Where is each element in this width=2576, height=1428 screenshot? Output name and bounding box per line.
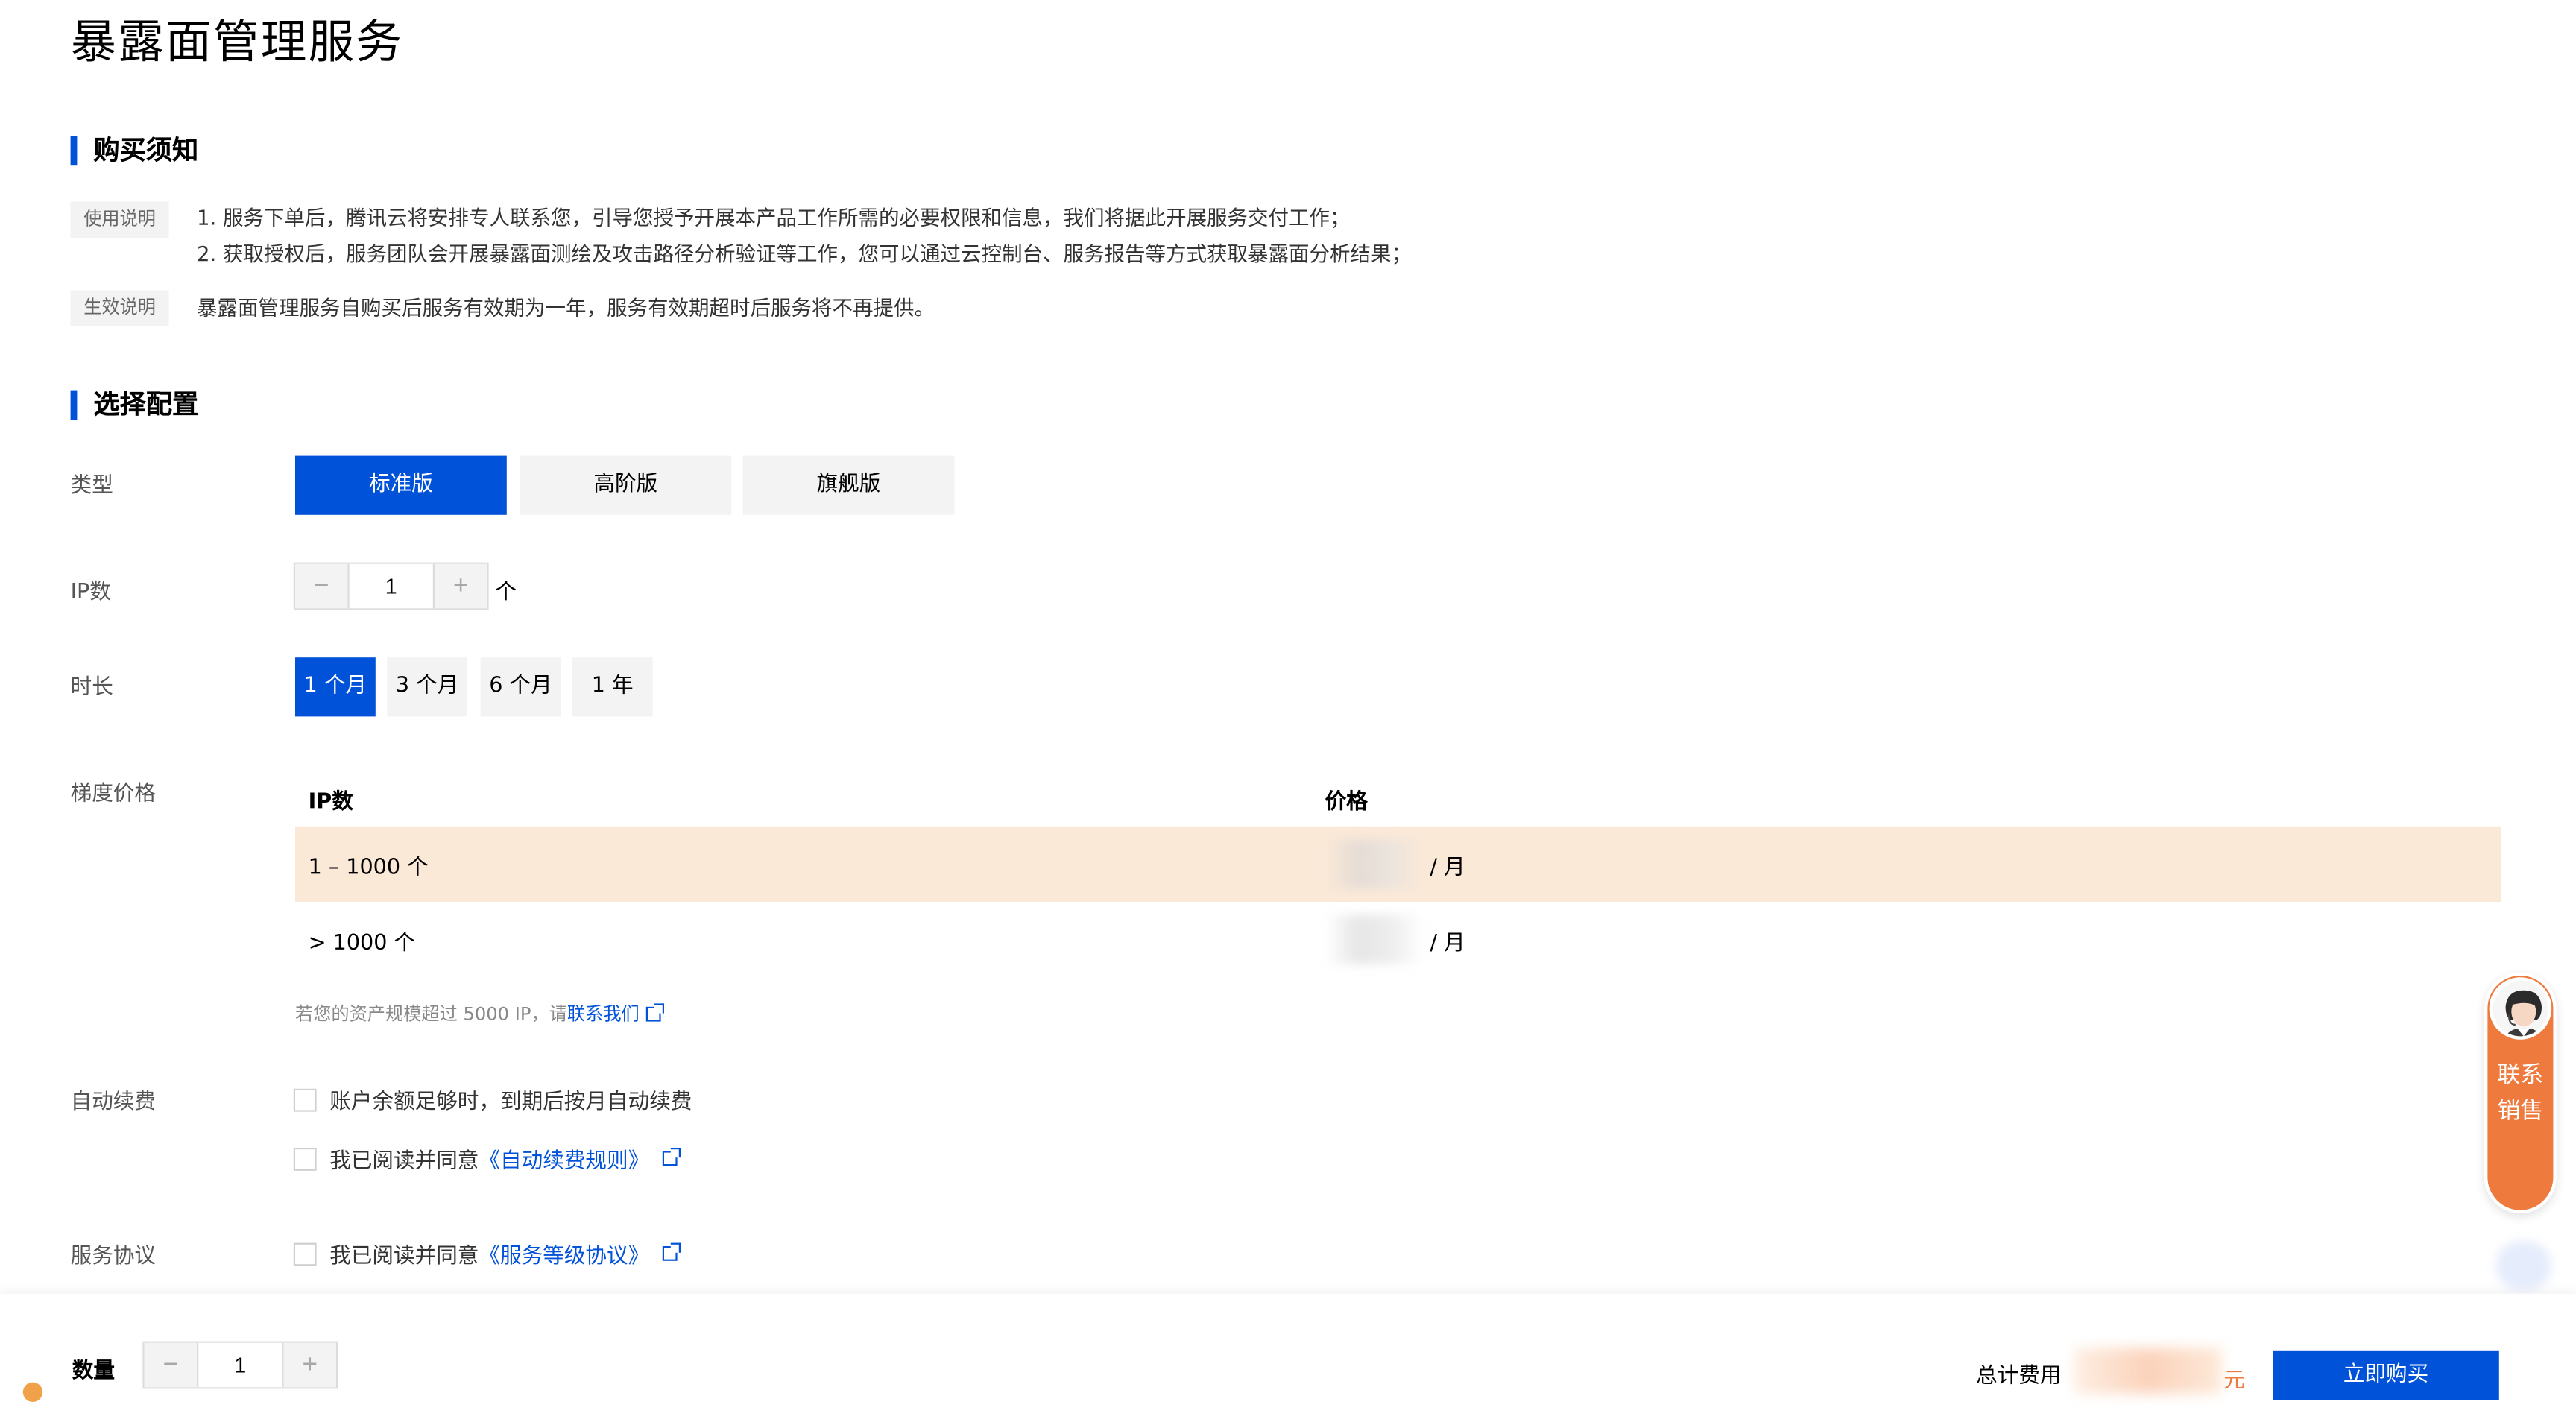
config-heading: 选择配置 xyxy=(70,390,198,420)
ip-count-label: IP数 xyxy=(70,580,111,605)
duration-option-1-year[interactable]: 1 年 xyxy=(572,657,653,717)
service-agreement-option: 我已阅读并同意 《服务等级协议》 xyxy=(293,1238,681,1269)
auto-renew-checkbox[interactable] xyxy=(293,1087,317,1111)
ip-count-stepper: − 1 + xyxy=(293,562,489,610)
tier-range: > 1000 个 xyxy=(308,930,416,955)
type-option-flagship[interactable]: 旗舰版 xyxy=(742,455,955,515)
service-agreement-checkbox[interactable] xyxy=(293,1242,317,1266)
header-ip-count: IP数 xyxy=(308,789,353,815)
ip-count-increment-button[interactable]: + xyxy=(435,563,487,609)
tier-price-unit: / 月 xyxy=(1430,855,1465,880)
auto-renew-text: 账户余额足够时，到期后按月自动续费 xyxy=(329,1090,692,1115)
currency-unit: 元 xyxy=(2223,1369,2245,1394)
auto-renew-option: 账户余额足够时，到期后按月自动续费 xyxy=(293,1084,692,1115)
effective-tag: 生效说明 xyxy=(70,290,169,326)
tier-range: 1 – 1000 个 xyxy=(308,855,429,880)
external-link-icon xyxy=(645,1003,664,1022)
usage-line-1: 1. 服务下单后，腾讯云将安排专人联系您，引导您授予开展本产品工作所需的必要权限… xyxy=(197,205,1351,230)
tier-hint-text: 若您的资产规模超过 5000 IP，请 xyxy=(295,1003,567,1025)
ip-count-unit: 个 xyxy=(495,580,517,605)
contact-sales-widget[interactable]: 联系销售 xyxy=(2484,972,2557,1213)
chat-bubble-icon[interactable] xyxy=(2496,1241,2552,1291)
page-title: 暴露面管理服务 xyxy=(70,14,404,69)
tier-price: / 月 xyxy=(1325,914,1465,964)
usage-line-2: 2. 获取授权后，服务团队会开展暴露面测绘及攻击路径分析验证等工作，您可以通过云… xyxy=(197,241,1412,266)
auto-renew-agree-option: 我已阅读并同意 《自动续费规则》 xyxy=(293,1143,681,1175)
tier-table-header: IP数 价格 xyxy=(295,771,2501,827)
table-row: 1 – 1000 个 / 月 xyxy=(295,826,2501,902)
auto-renew-rules-link[interactable]: 《自动续费规则》 xyxy=(479,1143,649,1174)
quantity-label: 数量 xyxy=(72,1359,116,1384)
duration-label: 时长 xyxy=(70,675,113,701)
total-cost-label: 总计费用 xyxy=(1976,1364,2062,1389)
contact-us-link[interactable]: 联系我们 xyxy=(567,1003,640,1025)
status-dot-icon xyxy=(22,1382,43,1402)
header-price: 价格 xyxy=(1325,789,1368,815)
tier-price: / 月 xyxy=(1325,839,1465,889)
service-level-agreement-link[interactable]: 《服务等级协议》 xyxy=(479,1238,649,1269)
service-agreement-prefix: 我已阅读并同意 xyxy=(329,1244,479,1269)
purchase-notice-heading: 购买须知 xyxy=(70,136,198,166)
redacted-total-price xyxy=(2074,1348,2222,1394)
buy-now-button[interactable]: 立即购买 xyxy=(2273,1350,2499,1400)
tier-price-label: 梯度价格 xyxy=(70,782,157,807)
ip-count-input[interactable]: 1 xyxy=(347,563,435,609)
duration-option-3-months[interactable]: 3 个月 xyxy=(387,657,467,717)
redacted-price xyxy=(1325,914,1424,964)
redacted-price xyxy=(1325,839,1424,889)
table-row: > 1000 个 / 月 xyxy=(295,902,2501,977)
customer-service-avatar-icon xyxy=(2489,977,2552,1040)
external-link-icon xyxy=(662,1148,681,1166)
effective-text: 暴露面管理服务自购买后服务有效期为一年，服务有效期超时后服务将不再提供。 xyxy=(197,295,935,320)
quantity-input[interactable]: 1 xyxy=(197,1342,284,1388)
auto-renew-label: 自动续费 xyxy=(70,1090,157,1115)
contact-sales-text: 联系销售 xyxy=(2497,1062,2544,1125)
duration-option-1-month[interactable]: 1 个月 xyxy=(295,657,376,717)
tier-hint: 若您的资产规模超过 5000 IP，请联系我们 xyxy=(295,1000,664,1026)
duration-option-6-months[interactable]: 6 个月 xyxy=(480,657,561,717)
external-link-icon xyxy=(662,1242,681,1261)
usage-tag: 使用说明 xyxy=(70,201,169,238)
service-agreement-label: 服务协议 xyxy=(70,1244,157,1269)
auto-renew-agree-checkbox[interactable] xyxy=(293,1146,317,1170)
type-option-advanced[interactable]: 高阶版 xyxy=(520,455,732,515)
type-option-standard[interactable]: 标准版 xyxy=(295,455,507,515)
quantity-increment-button[interactable]: + xyxy=(283,1342,336,1388)
quantity-decrement-button[interactable]: − xyxy=(144,1342,197,1388)
tier-price-table: IP数 价格 1 – 1000 个 / 月 > 1000 个 / 月 xyxy=(295,771,2501,977)
ip-count-decrement-button[interactable]: − xyxy=(295,563,348,609)
type-label: 类型 xyxy=(70,473,113,499)
tier-price-unit: / 月 xyxy=(1430,930,1465,955)
quantity-stepper: − 1 + xyxy=(142,1341,338,1389)
auto-renew-agree-prefix: 我已阅读并同意 xyxy=(329,1149,479,1175)
